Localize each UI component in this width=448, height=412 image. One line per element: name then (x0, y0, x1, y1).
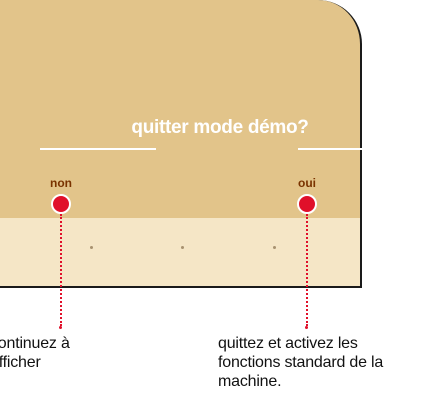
page-indicator-dot (181, 246, 184, 249)
option-non-label: non (50, 176, 72, 190)
title-divider-left (40, 148, 156, 150)
page-indicator-dot (273, 246, 276, 249)
dialog-title: quitter mode démo? (131, 117, 309, 138)
option-non-button[interactable] (51, 194, 71, 214)
callout-line-non (60, 214, 62, 326)
option-oui-button[interactable] (297, 194, 317, 214)
demo-exit-illustration: quitter mode démo? non oui continuez à a… (0, 0, 448, 412)
callout-line-end-non (59, 326, 62, 329)
callout-text-non: continuez à afficher (0, 335, 70, 371)
callout-text-oui: quittez et activez les fonctions standar… (218, 335, 384, 390)
callout-line-oui (306, 214, 308, 326)
title-divider-right (298, 148, 400, 150)
callout-line-end-oui (305, 326, 308, 329)
page-indicator-dot (90, 246, 93, 249)
option-oui-label: oui (298, 176, 316, 190)
